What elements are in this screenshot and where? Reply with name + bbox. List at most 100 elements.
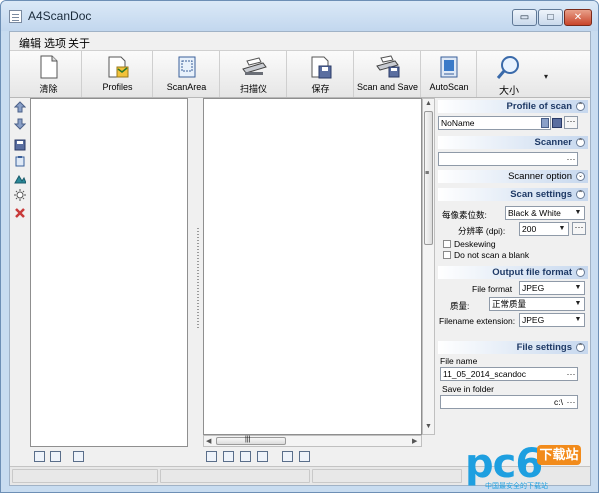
collapse-icon[interactable]: ⌃ — [576, 102, 585, 111]
menu-about[interactable]: 关于 — [68, 35, 90, 51]
menu-options[interactable]: 选项 — [44, 35, 66, 51]
dpi-select[interactable]: 200 ▼ — [519, 222, 569, 236]
extension-label: Filename extension: — [439, 316, 516, 326]
output-format-header[interactable]: Output file format ⌃ — [438, 266, 588, 279]
image-preview[interactable] — [203, 98, 422, 435]
skip-blank-checkbox[interactable] — [443, 251, 451, 259]
scanarea-button[interactable]: ScanArea — [154, 51, 220, 97]
watermark-tagline: 中国最安全的下载站 — [485, 483, 548, 490]
file-settings-header-label: File settings — [516, 342, 572, 353]
collapse-icon[interactable]: ⌃ — [576, 343, 585, 352]
horizontal-scroll-thumb[interactable]: ||| — [216, 436, 286, 445]
scanner-option-bar[interactable]: Scanner option ⌄ — [438, 170, 588, 183]
scanner-more-button[interactable]: ··· — [566, 154, 576, 164]
minimize-button[interactable]: ▭ — [512, 9, 537, 26]
expand-icon[interactable]: ⌄ — [576, 172, 585, 181]
quality-value: 正常质量 — [492, 299, 527, 309]
menu-edit[interactable]: 编辑 — [19, 35, 41, 51]
toolbar-more-icon[interactable]: ▾ — [544, 72, 548, 81]
chevron-down-icon: ▼ — [574, 209, 582, 216]
pc6-watermark: pc6 下载站 中国最安全的下载站 — [465, 441, 595, 491]
collapse-icon[interactable]: ⌃ — [576, 138, 585, 147]
view-single-icon[interactable] — [206, 451, 217, 462]
arrow-down-icon[interactable] — [14, 118, 26, 130]
profile-header[interactable]: Profile of scan ⌃ — [438, 100, 588, 113]
zoom-fit-icon[interactable] — [282, 451, 293, 462]
page-icon[interactable] — [50, 451, 61, 462]
file-name-label: File name — [440, 356, 478, 366]
file-format-select[interactable]: JPEG ▼ — [519, 281, 585, 295]
view-full-icon[interactable] — [257, 451, 268, 462]
zoom-actual-icon[interactable] — [299, 451, 310, 462]
scanner-button[interactable]: 扫描仪 — [221, 51, 287, 97]
page-icon — [40, 55, 57, 79]
autoscan-button[interactable]: AutoScan — [422, 51, 477, 97]
clipboard-icon[interactable] — [14, 155, 26, 167]
profile-more-button[interactable]: ··· — [564, 116, 578, 129]
dpi-more-button[interactable]: ··· — [572, 222, 586, 235]
horizontal-scrollbar[interactable]: ◀ ||| ▶ — [203, 435, 422, 447]
scan-and-save-button[interactable]: Scan and Save — [355, 51, 421, 97]
brightness-icon[interactable] — [14, 189, 26, 201]
scanner-header[interactable]: Scanner ⌃ — [438, 136, 588, 149]
quality-select[interactable]: 正常质量 ▼ — [489, 297, 585, 311]
scanner-header-label: Scanner — [534, 137, 573, 148]
profile-book-icon[interactable] — [541, 118, 549, 128]
vertical-scroll-thumb[interactable]: ≡ — [424, 111, 433, 245]
size-button[interactable]: 大小 — [478, 51, 540, 97]
splitter[interactable] — [194, 98, 202, 447]
file-name-field[interactable]: 11_05_2014_scandoc ··· — [440, 367, 578, 381]
save-button[interactable]: 保存 — [288, 51, 354, 97]
scan-settings-header-label: Scan settings — [510, 189, 572, 200]
deskew-checkbox[interactable] — [443, 240, 451, 248]
file-name-more-button[interactable]: ··· — [566, 369, 576, 379]
clear-label: 清除 — [39, 84, 58, 94]
file-settings-header[interactable]: File settings ⌃ — [438, 341, 588, 354]
extension-select[interactable]: JPEG ▼ — [519, 313, 585, 327]
extension-value: JPEG — [522, 315, 545, 325]
save-icon[interactable] — [14, 139, 26, 151]
vertical-scrollbar[interactable]: ▲ ≡ ▼ — [422, 98, 435, 435]
page-thumbnail-list[interactable] — [30, 98, 188, 447]
close-button[interactable]: ✕ — [564, 9, 592, 26]
scanner-field[interactable]: ··· — [438, 152, 578, 166]
file-format-value: JPEG — [522, 283, 545, 293]
hscroll-grip: ||| — [245, 436, 251, 443]
scan-settings-header[interactable]: Scan settings ⌃ — [438, 188, 588, 201]
delete-icon[interactable] — [14, 207, 26, 219]
scroll-down-icon[interactable]: ▼ — [425, 423, 432, 430]
view-right-icon[interactable] — [240, 451, 251, 462]
arrow-up-icon[interactable] — [14, 101, 26, 113]
bpp-select[interactable]: Black & White ▼ — [505, 206, 585, 220]
zoom-icon — [496, 56, 519, 79]
scanarea-label: ScanArea — [166, 82, 207, 92]
view-left-icon[interactable] — [223, 451, 234, 462]
file-name-value: 11_05_2014_scandoc — [443, 369, 527, 379]
profiles-button[interactable]: Profiles — [83, 51, 153, 97]
save-folder-label: Save in folder — [442, 384, 494, 394]
dpi-label: 分辨率 (dpi): — [458, 226, 506, 236]
collapse-icon[interactable]: ⌃ — [576, 268, 585, 277]
collapse-icon[interactable]: ⌃ — [576, 190, 585, 199]
scan-area-icon — [178, 56, 195, 78]
deskew-label: Deskewing — [454, 239, 496, 249]
scroll-right-icon[interactable]: ▶ — [412, 437, 417, 445]
image-icon[interactable] — [14, 172, 26, 184]
scroll-up-icon[interactable]: ▲ — [425, 100, 432, 107]
file-format-label: File format — [472, 284, 513, 294]
check-all-icon[interactable] — [34, 451, 45, 462]
profiles-label: Profiles — [102, 82, 133, 92]
chevron-down-icon: ▼ — [574, 300, 582, 307]
profile-save-icon[interactable] — [552, 118, 562, 128]
chevron-down-icon: ▼ — [558, 225, 566, 232]
profile-select[interactable]: NoName — [438, 116, 551, 130]
scroll-left-icon[interactable]: ◀ — [206, 437, 211, 445]
save-folder-field[interactable]: c:\ ··· — [440, 395, 578, 409]
clear-button[interactable]: 清除 — [16, 51, 82, 97]
status-segment — [312, 469, 462, 483]
title-bar[interactable]: A4ScanDoc ▭ □ ✕ — [1, 1, 598, 31]
maximize-button[interactable]: □ — [538, 9, 563, 26]
grid-icon[interactable] — [73, 451, 84, 462]
dpi-value: 200 — [522, 224, 537, 234]
save-folder-more-button[interactable]: ··· — [566, 397, 576, 407]
